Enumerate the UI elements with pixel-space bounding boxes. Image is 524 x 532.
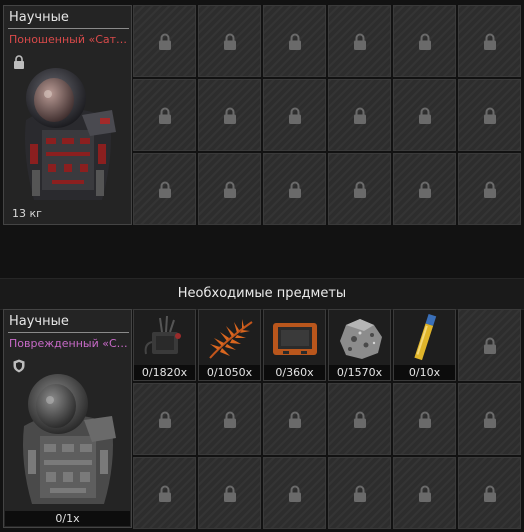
padlock-icon bbox=[483, 181, 496, 198]
padlock-icon bbox=[158, 33, 171, 50]
padlock-icon bbox=[223, 181, 236, 198]
padlock-icon bbox=[158, 411, 171, 428]
padlock-icon bbox=[418, 485, 431, 502]
required-items-grid: 0/1820x 0/1050x 0/360x 0/1570x 0/10x bbox=[133, 309, 521, 529]
padlock-icon bbox=[288, 411, 301, 428]
padlock-icon bbox=[353, 411, 366, 428]
required-items-title: Необходимые предметы bbox=[0, 278, 524, 310]
top-item-category: Научные bbox=[9, 10, 69, 25]
locked-slot[interactable] bbox=[133, 79, 196, 151]
divider bbox=[8, 332, 129, 333]
bottom-item-image bbox=[12, 368, 124, 510]
locked-slot[interactable] bbox=[263, 457, 326, 529]
padlock-icon bbox=[158, 181, 171, 198]
required-count: 0/1570x bbox=[329, 365, 390, 380]
locked-slot[interactable] bbox=[198, 79, 261, 151]
padlock-icon bbox=[353, 485, 366, 502]
locked-slot[interactable] bbox=[458, 383, 521, 455]
required-count: 0/10x bbox=[394, 365, 455, 380]
required-item-slot[interactable]: 0/1570x bbox=[328, 309, 391, 381]
bottom-item-card[interactable]: Научные Поврежденный «Сат... 0/1x bbox=[3, 309, 132, 528]
locked-slot[interactable] bbox=[393, 457, 456, 529]
padlock-icon bbox=[483, 411, 496, 428]
required-item-slot[interactable]: 0/10x bbox=[393, 309, 456, 381]
padlock-icon bbox=[483, 33, 496, 50]
locked-slot[interactable] bbox=[393, 5, 456, 77]
top-item-image bbox=[12, 60, 124, 210]
padlock-icon bbox=[483, 337, 496, 354]
padlock-icon bbox=[158, 485, 171, 502]
padlock-icon bbox=[418, 33, 431, 50]
locked-slot[interactable] bbox=[328, 5, 391, 77]
locked-slot[interactable] bbox=[133, 383, 196, 455]
locked-slot[interactable] bbox=[198, 383, 261, 455]
padlock-icon bbox=[353, 181, 366, 198]
top-item-weight: 13 кг bbox=[12, 207, 42, 220]
locked-slot[interactable] bbox=[393, 153, 456, 225]
padlock-icon bbox=[288, 107, 301, 124]
locked-slot[interactable] bbox=[458, 79, 521, 151]
locked-slot[interactable] bbox=[198, 457, 261, 529]
locked-slot[interactable] bbox=[458, 153, 521, 225]
padlock-icon bbox=[418, 107, 431, 124]
locked-slot[interactable] bbox=[263, 383, 326, 455]
padlock-icon bbox=[288, 33, 301, 50]
required-count: 0/360x bbox=[264, 365, 325, 380]
locked-slot[interactable] bbox=[458, 457, 521, 529]
top-inventory-grid bbox=[133, 5, 521, 225]
locked-slot[interactable] bbox=[393, 383, 456, 455]
locked-slot[interactable] bbox=[133, 153, 196, 225]
top-item-card[interactable]: Научные Поношенный «Сатур... 13 кг bbox=[3, 5, 132, 225]
orange-fern-icon bbox=[199, 310, 260, 365]
bottom-item-name: Поврежденный «Сат... bbox=[9, 337, 131, 350]
locked-slot[interactable] bbox=[133, 457, 196, 529]
padlock-icon bbox=[418, 181, 431, 198]
locked-slot[interactable] bbox=[328, 153, 391, 225]
padlock-icon bbox=[223, 33, 236, 50]
padlock-icon bbox=[158, 107, 171, 124]
padlock-icon bbox=[288, 485, 301, 502]
padlock-icon bbox=[353, 107, 366, 124]
padlock-icon bbox=[223, 411, 236, 428]
locked-slot[interactable] bbox=[328, 383, 391, 455]
top-item-name: Поношенный «Сатур... bbox=[9, 33, 131, 46]
bottom-item-count: 0/1x bbox=[5, 511, 130, 526]
locked-slot[interactable] bbox=[198, 5, 261, 77]
padlock-icon bbox=[483, 485, 496, 502]
orange-tablet-icon bbox=[264, 310, 325, 365]
locked-slot[interactable] bbox=[328, 79, 391, 151]
required-item-slot[interactable]: 0/360x bbox=[263, 309, 326, 381]
vial-icon bbox=[394, 310, 455, 365]
padlock-icon bbox=[418, 411, 431, 428]
padlock-icon bbox=[223, 107, 236, 124]
locked-slot[interactable] bbox=[263, 153, 326, 225]
locked-slot[interactable] bbox=[133, 5, 196, 77]
padlock-icon bbox=[483, 107, 496, 124]
padlock-icon bbox=[223, 485, 236, 502]
locked-slot[interactable] bbox=[458, 309, 521, 381]
padlock-icon bbox=[288, 181, 301, 198]
locked-slot[interactable] bbox=[328, 457, 391, 529]
locked-slot[interactable] bbox=[393, 79, 456, 151]
required-item-slot[interactable]: 0/1050x bbox=[198, 309, 261, 381]
required-item-slot[interactable]: 0/1820x bbox=[133, 309, 196, 381]
ore-chunk-icon bbox=[329, 310, 390, 365]
locked-slot[interactable] bbox=[263, 79, 326, 151]
locked-slot[interactable] bbox=[198, 153, 261, 225]
divider bbox=[8, 28, 129, 29]
required-count: 0/1050x bbox=[199, 365, 260, 380]
locked-slot[interactable] bbox=[458, 5, 521, 77]
required-count: 0/1820x bbox=[134, 365, 195, 380]
padlock-icon bbox=[353, 33, 366, 50]
bottom-item-category: Научные bbox=[9, 314, 69, 329]
locked-slot[interactable] bbox=[263, 5, 326, 77]
wired-component-icon bbox=[134, 310, 195, 365]
